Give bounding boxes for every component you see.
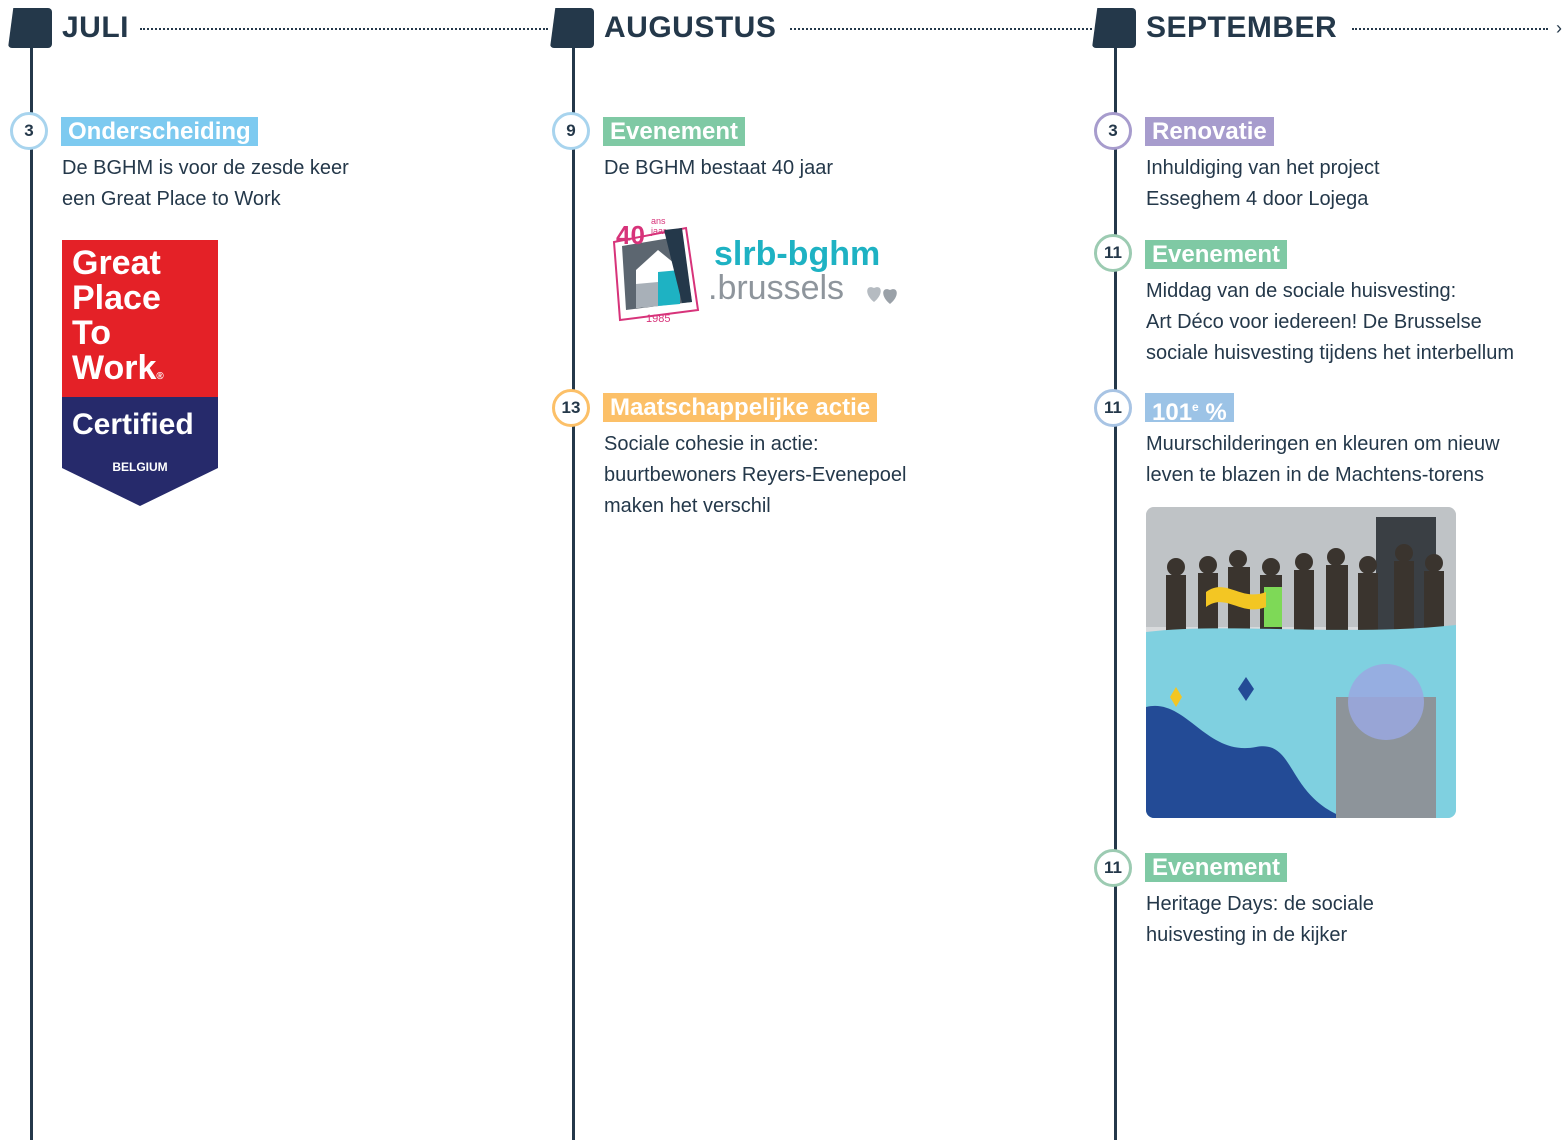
timeline-line <box>572 40 575 1140</box>
event-description: Sociale cohesie in actie: buurtbewoners … <box>604 433 907 517</box>
timeline-line <box>30 40 33 1140</box>
day-badge: 11 <box>1094 234 1132 272</box>
registered-mark: ® <box>156 371 164 382</box>
badge-word: To <box>72 314 112 352</box>
event-description: De BGHM is voor de zesde keer een Great … <box>62 157 349 210</box>
category-tag: Evenement <box>1145 240 1288 269</box>
hearts-icon <box>867 287 897 304</box>
month-title: SEPTEMBER <box>1146 11 1338 44</box>
dotted-divider <box>1352 28 1548 30</box>
timeline-line <box>1114 40 1117 1140</box>
category-tag: Onderscheiding <box>61 117 258 146</box>
great-place-to-work-badge: Great Place To Work® Certified BELGIUM <box>62 240 218 506</box>
day-badge: 9 <box>552 112 590 150</box>
category-tag: Maatschappelijke actie <box>603 393 878 422</box>
category-tag: 101e % <box>1145 393 1234 426</box>
badge-word: Place <box>72 279 161 317</box>
flag-icon <box>1092 8 1136 48</box>
logo-name-bottom: .brussels <box>708 269 845 307</box>
dotted-divider <box>790 28 1092 30</box>
event-description: Middag van de sociale huisvesting: Art D… <box>1146 280 1514 364</box>
certified-label: Certified <box>72 408 194 441</box>
founding-year: 1985 <box>646 313 671 325</box>
event-description: De BGHM bestaat 40 jaar <box>604 157 833 179</box>
day-badge: 3 <box>10 112 48 150</box>
event-description: Inhuldiging van het project Esseghem 4 d… <box>1146 157 1380 210</box>
day-badge: 13 <box>552 389 590 427</box>
slrb-bghm-40-logo: 40 ans jaar 1985 slrb-bghm .brussels <box>606 210 911 330</box>
chevron-right-icon: › <box>1556 18 1562 38</box>
month-title: AUGUSTUS <box>604 11 777 44</box>
dotted-divider <box>140 28 548 30</box>
day-badge: 11 <box>1094 389 1132 427</box>
day-badge: 11 <box>1094 849 1132 887</box>
badge-word: Work <box>72 349 157 387</box>
logo-name-top: slrb-bghm <box>714 235 881 273</box>
month-title: JULI <box>62 11 130 44</box>
category-tag: Renovatie <box>1145 117 1274 146</box>
anniversary-small: ans <box>651 216 666 226</box>
anniversary-small: jaar <box>651 226 667 236</box>
mural-group-photo <box>1146 507 1456 818</box>
event-description: Heritage Days: de sociale huisvesting in… <box>1146 893 1374 946</box>
flag-icon <box>550 8 594 48</box>
day-badge: 3 <box>1094 112 1132 150</box>
country-label: BELGIUM <box>112 460 168 474</box>
event-description: Muurschilderingen en kleuren om nieuw le… <box>1146 433 1500 486</box>
anniversary-number: 40 <box>616 220 645 250</box>
flag-icon <box>8 8 52 48</box>
badge-word: Great <box>72 244 161 282</box>
category-tag: Evenement <box>603 117 746 146</box>
category-tag: Evenement <box>1145 853 1288 882</box>
